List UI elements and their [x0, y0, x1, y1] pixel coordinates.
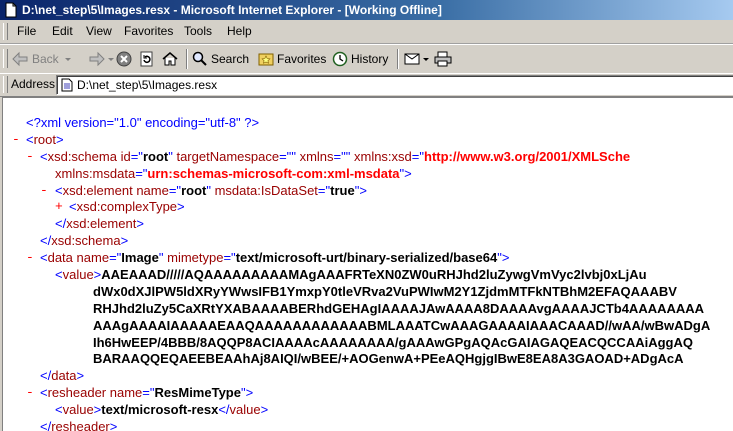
value-text: text/microsoft-resx — [101, 402, 219, 418]
element-close-tag: xsd:element — [66, 216, 137, 232]
history-label: History — [351, 52, 389, 66]
attr-value: root — [181, 182, 207, 198]
stop-button[interactable] — [116, 48, 132, 70]
search-icon — [192, 51, 207, 66]
collapse-toggle[interactable]: - — [26, 385, 34, 402]
xml-prolog: <?xml version="1.0" encoding="utf-8" ?> — [26, 115, 260, 130]
collapse-toggle[interactable]: - — [40, 183, 48, 200]
favorites-button[interactable]: Favorites — [258, 48, 326, 70]
value-tag: value — [62, 402, 94, 418]
attr-value: true — [330, 182, 355, 198]
attr-value: ResMimeType — [154, 385, 241, 401]
attr-value: Image — [121, 250, 159, 266]
collapse-toggle[interactable]: - — [26, 149, 34, 166]
attr-value: root — [142, 148, 169, 164]
search-button[interactable]: Search — [192, 48, 249, 70]
value-tag: value — [62, 267, 94, 283]
address-bar: Address D:\net_step\5\Images.resx — [0, 73, 733, 97]
attr-name: name — [109, 385, 143, 401]
dropdown-arrow-icon — [64, 58, 71, 61]
attr-name: xmlns:xsd — [353, 148, 412, 164]
menu-favorites[interactable]: Favorites — [124, 24, 173, 38]
attr-value: text/microsoft-urt/binary-serialized/bas… — [235, 250, 498, 266]
refresh-button[interactable] — [139, 48, 155, 70]
base64-text: AAAgAAAAIAAAAAEAAQAAAAAAAAAAAABMLAAATCwA… — [93, 317, 711, 333]
collapse-toggle[interactable]: - — [12, 132, 20, 149]
dropdown-arrow-icon — [423, 58, 429, 61]
base64-text: RHJhd2luZy5CaXRtYXABAAAABERhdGEHAgIAAAAJ… — [93, 300, 705, 316]
schema-tag: xsd:schema — [47, 148, 117, 164]
toolbar-separator — [397, 49, 399, 69]
address-value: D:\net_step\5\Images.resx — [77, 78, 218, 92]
title-bar[interactable]: D:\net_step\5\Images.resx - Microsoft In… — [0, 0, 733, 20]
menu-tools[interactable]: Tools — [184, 24, 212, 38]
attr-name: id — [120, 148, 131, 164]
document-icon — [5, 2, 17, 18]
base64-text: Ih6HwEEP/4BBB/8AQQP8ACIAAAAcAAAAAAAA/gAA… — [93, 334, 693, 350]
address-grip[interactable] — [3, 76, 8, 93]
forward-arrow-icon — [89, 51, 105, 67]
value-close-tag: value — [229, 402, 261, 418]
back-label: Back — [32, 52, 59, 66]
base64-text: BARAAQQEQAEEBEAAhAj8AIQI/wBEE/+AOGenwA+P… — [93, 351, 684, 367]
address-label: Address — [11, 77, 56, 91]
back-arrow-icon — [12, 51, 28, 67]
attr-name: mimetype — [167, 250, 224, 266]
schema-close-tag: xsd:schema — [51, 233, 121, 249]
print-icon — [434, 51, 452, 67]
resheader-close-tag: resheader — [51, 419, 110, 431]
search-label: Search — [211, 52, 250, 66]
attr-name: xmlns — [299, 148, 334, 164]
attr-name: name — [136, 182, 169, 198]
page-icon — [61, 78, 73, 92]
mail-button[interactable] — [404, 48, 430, 70]
print-button[interactable] — [434, 48, 452, 70]
menu-grip[interactable] — [3, 23, 8, 40]
element-tag: xsd:element — [62, 182, 133, 198]
standard-toolbar: Back Search Favorites History — [0, 44, 733, 74]
data-tag: data — [47, 250, 73, 266]
menu-edit[interactable]: Edit — [52, 24, 73, 38]
attr-name: msdata:IsDataSet — [214, 182, 318, 198]
menu-bar: File Edit View Favorites Tools Help — [0, 20, 733, 44]
resheader-tag: resheader — [47, 385, 107, 401]
attr-value: urn:schemas-microsoft-com:xml-msdata — [147, 165, 400, 181]
dropdown-arrow-icon — [108, 58, 114, 61]
home-button[interactable] — [162, 48, 178, 70]
history-icon — [332, 51, 348, 67]
root-tag: root — [33, 131, 56, 147]
history-button[interactable]: History — [332, 48, 388, 70]
menu-help[interactable]: Help — [227, 24, 252, 38]
attr-name: xmlns:msdata — [55, 165, 136, 181]
address-input[interactable]: D:\net_step\5\Images.resx — [56, 75, 733, 95]
xml-document-view[interactable]: <?xml version="1.0" encoding="utf-8" ?> … — [2, 97, 733, 431]
back-button[interactable]: Back — [11, 48, 73, 70]
expand-toggle[interactable]: + — [55, 199, 63, 216]
forward-button[interactable] — [88, 48, 116, 70]
home-icon — [162, 52, 178, 66]
refresh-icon — [140, 51, 153, 67]
stop-icon — [116, 51, 132, 67]
toolbar-separator — [186, 49, 188, 69]
mail-icon — [404, 53, 420, 65]
data-close-tag: data — [51, 368, 77, 384]
toolbar-grip[interactable] — [3, 49, 8, 68]
window-title: D:\net_step\5\Images.resx - Microsoft In… — [22, 3, 442, 17]
base64-text: dWx0dXJlPW5ldXRyYWwsIFB1YmxpY0tleVRva2Vu… — [93, 283, 677, 299]
attr-value: http://www.w3.org/2001/XMLSche — [424, 148, 631, 164]
attr-name: targetNamespace — [176, 148, 280, 164]
attr-name: name — [76, 250, 110, 266]
favorites-label: Favorites — [277, 52, 327, 66]
menu-view[interactable]: View — [86, 24, 112, 38]
menu-file[interactable]: File — [17, 24, 36, 38]
complextype-tag: xsd:complexType — [76, 199, 178, 215]
collapse-toggle[interactable]: - — [26, 250, 34, 267]
base64-text: AAEAAAD/////AQAAAAAAAAAMAgAAAFRTeXN0ZW0u… — [101, 267, 647, 283]
favorites-icon — [258, 53, 274, 66]
